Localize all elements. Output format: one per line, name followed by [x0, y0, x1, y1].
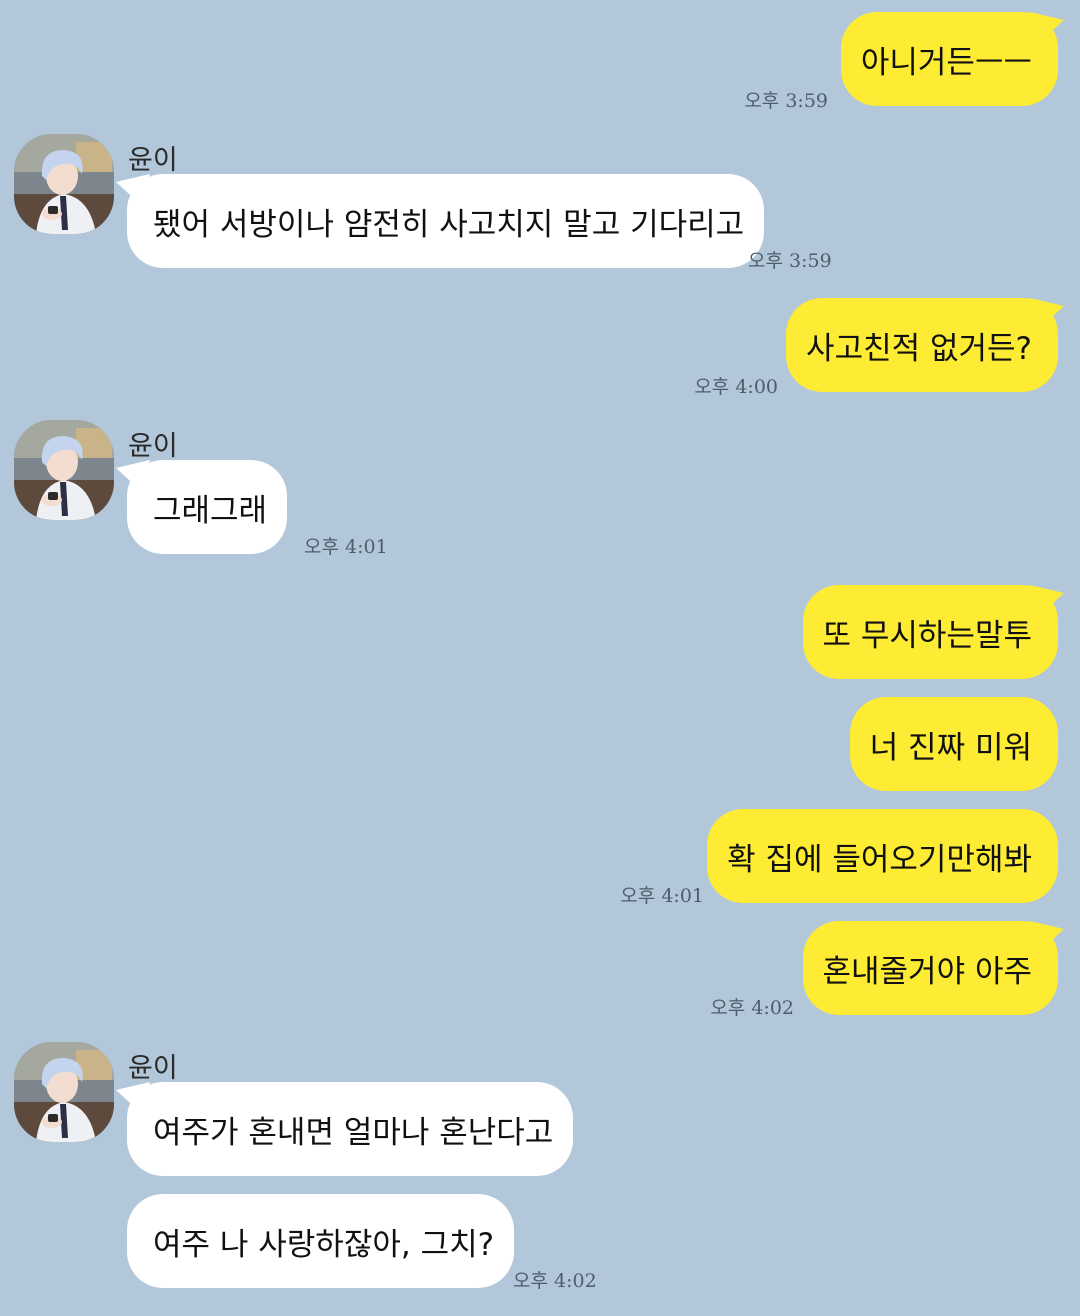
contact-avatar[interactable] [14, 420, 114, 520]
bubble-tail [1030, 298, 1064, 328]
bubble-tail [1030, 585, 1064, 615]
message-bubble-outgoing[interactable]: 확 집에 들어오기만해봐 [707, 809, 1058, 903]
contact-avatar[interactable] [14, 134, 114, 234]
message-text: 또 무시하는말투 [822, 617, 1033, 654]
message-text: 혼내줄거야 아주 [822, 953, 1033, 990]
message-text: 확 집에 들어오기만해봐 [727, 841, 1032, 878]
message-text: 너 진짜 미워 [869, 729, 1032, 766]
message-bubble-incoming[interactable]: 여주 나 사랑하잖아, 그치? [127, 1194, 515, 1288]
message-bubble-outgoing[interactable]: 혼내줄거야 아주 [802, 921, 1058, 1015]
contact-avatar[interactable] [14, 1042, 114, 1142]
sender-name: 윤이 [128, 431, 178, 462]
message-text: 사고친적 없거든? [806, 330, 1032, 367]
message-timestamp: 오후 3:59 [744, 90, 828, 112]
message-bubble-outgoing[interactable]: 아니거든ㅡㅡ [840, 12, 1058, 106]
message-bubble-incoming[interactable]: 됐어 서방이나 얌전히 사고치지 말고 기다리고 [127, 174, 765, 268]
message-bubble-outgoing[interactable]: 사고친적 없거든? [786, 298, 1058, 392]
message-bubble-outgoing[interactable]: 너 진짜 미워 [849, 697, 1058, 791]
sender-name: 윤이 [128, 145, 178, 176]
message-text: 아니거든ㅡㅡ [860, 44, 1032, 81]
sender-name: 윤이 [128, 1053, 178, 1084]
profile-photo [14, 1042, 114, 1142]
message-text: 여주 나 사랑하잖아, 그치? [153, 1226, 495, 1263]
message-timestamp: 오후 3:59 [748, 250, 832, 272]
message-timestamp: 오후 4:01 [620, 885, 704, 907]
bubble-tail [1030, 921, 1064, 951]
message-text: 여주가 혼내면 얼마나 혼난다고 [153, 1114, 554, 1151]
message-timestamp: 오후 4:02 [513, 1270, 597, 1292]
message-timestamp: 오후 4:01 [304, 536, 388, 558]
message-text: 됐어 서방이나 얌전히 사고치지 말고 기다리고 [153, 206, 745, 243]
message-timestamp: 오후 4:02 [710, 997, 794, 1019]
profile-photo [14, 134, 114, 234]
bubble-tail [1030, 12, 1064, 42]
message-timestamp: 오후 4:00 [694, 376, 778, 398]
profile-photo [14, 420, 114, 520]
message-bubble-incoming[interactable]: 여주가 혼내면 얼마나 혼난다고 [127, 1082, 574, 1176]
message-bubble-incoming[interactable]: 그래그래 [127, 460, 288, 554]
message-bubble-outgoing[interactable]: 또 무시하는말투 [802, 585, 1058, 679]
message-text: 그래그래 [153, 492, 268, 529]
